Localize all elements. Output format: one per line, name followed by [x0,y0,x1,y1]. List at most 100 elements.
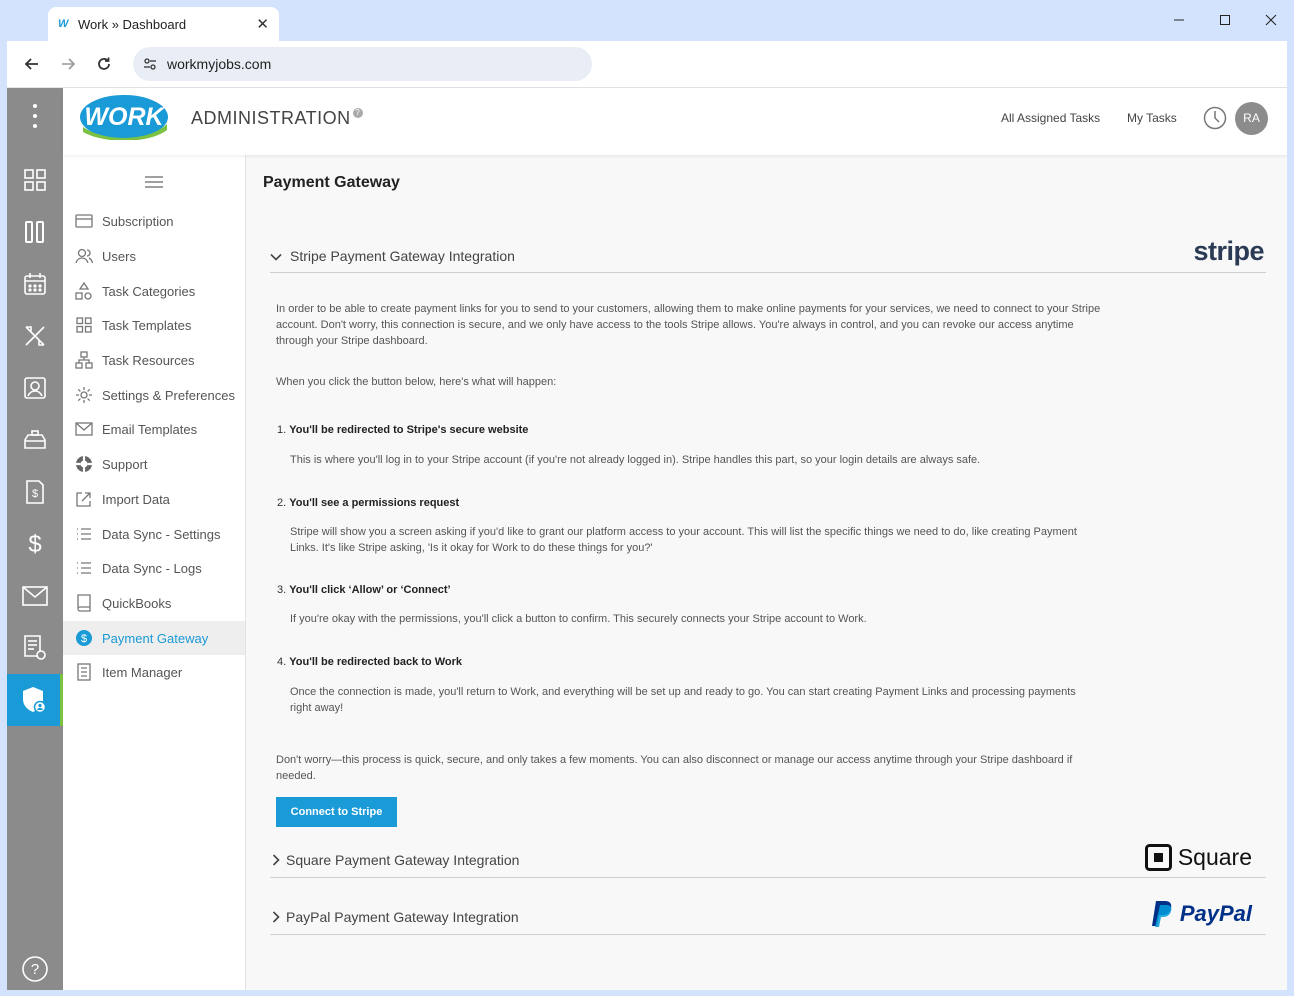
sidebar-item-payment-gateway[interactable]: $ Payment Gateway [63,621,245,655]
sidebar-item-data-sync-settings[interactable]: Data Sync - Settings [63,517,245,551]
document-icon [74,663,94,681]
browser-tabstrip: W Work » Dashboard ✕ [0,0,1294,41]
page-title: Payment Gateway [263,174,400,191]
stripe-logo: stripe [1193,236,1264,266]
svg-text:$: $ [28,531,41,558]
work-favicon-icon: W [58,18,69,30]
contacts-icon[interactable] [7,362,63,414]
sidebar-item-label: Settings & Preferences [102,387,235,403]
mail-icon[interactable] [7,570,63,622]
report-icon[interactable] [7,622,63,674]
maximize-icon[interactable] [1202,0,1248,40]
admin-title: ADMINISTRATION? [191,108,363,129]
sidebar-item-label: Item Manager [102,664,183,680]
step-2-title: 2. You'll see a permissions request [277,497,460,509]
stripe-heading: Stripe Payment Gateway Integration [290,248,515,264]
book-icon [74,594,94,612]
svg-text:WORK: WORK [84,103,165,131]
sidebar-item-label: Email Templates [102,421,198,437]
reload-icon[interactable] [89,49,119,79]
board-icon[interactable] [7,206,63,258]
chevron-right-icon [272,911,280,923]
sidebar-item-label: Task Categories [102,283,196,299]
sidebar-item-label: Import Data [102,491,170,507]
sidebar-item-support[interactable]: Support [63,447,245,481]
envelope-icon [74,420,94,438]
svg-text:$: $ [81,633,87,645]
site-settings-icon[interactable] [143,57,157,71]
my-tasks-link[interactable]: My Tasks [1127,111,1177,125]
step-4-title: 4. You'll be redirected back to Work [277,656,463,668]
paypal-accordion-header[interactable]: PayPal Payment Gateway Integration PayPa… [270,898,1266,935]
browser-toolbar: workmyjobs.com [7,41,1287,88]
dollar-icon[interactable]: $ [7,518,63,570]
avatar[interactable]: RA [1235,102,1268,135]
lifebuoy-icon [74,455,94,473]
admin-shield-icon[interactable] [7,674,63,726]
dollar-circle-icon: $ [74,629,94,647]
toolbox-icon[interactable] [7,414,63,466]
sidebar-item-label: Task Templates [102,317,192,333]
sidebar-item-label: Task Resources [102,352,195,368]
stripe-accordion-header[interactable]: Stripe Payment Gateway Integration strip… [270,236,1266,273]
sidebar-item-quickbooks[interactable]: QuickBooks [63,586,245,620]
square-logo: Square [1144,844,1252,871]
app-header: WORK ADMINISTRATION? All Assigned Tasks … [63,88,1287,155]
forward-arrow-icon[interactable] [53,49,83,79]
list-icon [74,559,94,577]
main-content: Payment Gateway Stripe Payment Gateway I… [246,155,1287,990]
stripe-lead: When you click the button below, here's … [276,376,557,388]
sidebar-item-label: Support [102,456,148,472]
sidebar-item-users[interactable]: Users [63,239,245,273]
paypal-logo: PayPal [1150,900,1252,928]
svg-text:?: ? [31,961,39,978]
sidebar-item-data-sync-logs[interactable]: Data Sync - Logs [63,551,245,585]
dashboard-icon[interactable] [7,154,63,206]
step-2-text: Stripe will show you a screen asking if … [290,526,1077,554]
step-1-text: This is where you'll log in to your Stri… [290,454,981,466]
paypal-brand-text: PayPal [1179,901,1252,926]
sidebar-item-task-resources[interactable]: Task Resources [63,343,245,377]
address-bar[interactable]: workmyjobs.com [133,47,592,81]
sidebar-item-settings-preferences[interactable]: Settings & Preferences [63,378,245,412]
sidebar-item-label: QuickBooks [102,595,172,611]
browser-tab[interactable]: W Work » Dashboard ✕ [48,7,279,41]
close-tab-icon[interactable]: ✕ [256,15,269,33]
step-1-title: 1. You'll be redirected to Stripe's secu… [277,424,529,436]
sidebar-item-label: Data Sync - Settings [102,526,221,542]
chevron-down-icon [270,253,282,261]
close-window-icon[interactable] [1248,0,1294,40]
users-icon [74,247,94,265]
svg-text:$: $ [32,488,38,500]
grid-icon [74,316,94,334]
sidebar-item-label: Payment Gateway [102,630,209,646]
minimize-icon[interactable] [1156,0,1202,40]
tools-icon[interactable] [7,310,63,362]
sidebar-item-subscription[interactable]: Subscription [63,204,245,238]
sidebar-item-task-templates[interactable]: Task Templates [63,308,245,342]
more-menu-icon[interactable] [7,90,63,142]
paypal-heading: PayPal Payment Gateway Integration [286,909,519,925]
invoice-icon[interactable]: $ [7,466,63,518]
sidebar-item-email-templates[interactable]: Email Templates [63,412,245,446]
sidebar-item-item-manager[interactable]: Item Manager [63,655,245,689]
work-logo[interactable]: WORK [79,94,169,140]
connect-to-stripe-button[interactable]: Connect to Stripe [276,797,397,827]
calendar-icon[interactable] [7,258,63,310]
stripe-outro: Don't worry—this process is quick, secur… [276,754,1073,782]
sidebar-item-task-categories[interactable]: Task Categories [63,274,245,308]
back-arrow-icon[interactable] [17,49,47,79]
list-icon [74,525,94,543]
hierarchy-icon [74,351,94,369]
module-rail: $ $ ? [7,88,63,990]
help-badge-icon[interactable]: ? [352,108,363,118]
help-circle-icon[interactable]: ? [7,943,63,990]
sidebar-item-import-data[interactable]: Import Data [63,482,245,516]
hamburger-icon[interactable] [145,176,163,188]
square-brand-text: Square [1177,844,1252,870]
all-assigned-tasks-link[interactable]: All Assigned Tasks [1001,111,1100,125]
paypal-mark-icon [1151,901,1172,927]
square-accordion-header[interactable]: Square Payment Gateway Integration Squar… [270,841,1266,878]
url-text: workmyjobs.com [167,56,272,72]
clock-icon[interactable] [1203,106,1227,130]
